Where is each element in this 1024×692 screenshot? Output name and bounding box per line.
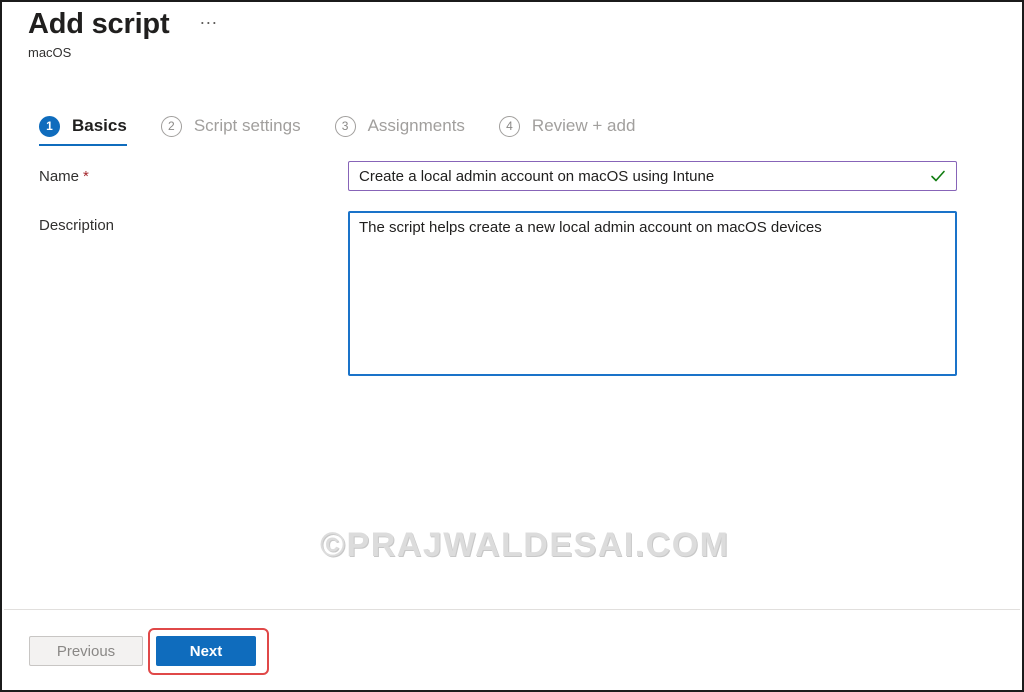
watermark: ©PRAJWALDESAI.COM [320, 526, 730, 564]
step-label: Review + add [531, 116, 636, 135]
checkmark-icon [931, 170, 945, 182]
description-label: Description [39, 217, 115, 234]
description-textarea[interactable]: The script helps create a new local admi… [348, 211, 957, 376]
tab-review-add[interactable]: 4 Review + add [498, 113, 636, 139]
name-label-text: Name [39, 168, 80, 185]
step-label: Basics [72, 116, 127, 135]
title-row: Add script ··· [28, 8, 217, 41]
page-title: Add script [28, 8, 170, 40]
step-number: 1 [39, 115, 60, 137]
ellipsis-icon[interactable]: ··· [199, 13, 217, 31]
description-value: The script helps create a new local admi… [359, 219, 822, 236]
add-script-panel: Add script ··· macOS 1 Basics 2 Script s… [0, 0, 1024, 692]
previous-button[interactable]: Previous [29, 636, 143, 666]
step-number: 2 [160, 115, 182, 137]
name-input-value: Create a local admin account on macOS us… [359, 167, 715, 185]
tab-assignments[interactable]: 3 Assignments [334, 113, 465, 139]
tab-basics[interactable]: 1 Basics [39, 113, 127, 146]
name-input[interactable]: Create a local admin account on macOS us… [348, 161, 957, 191]
step-label: Assignments [367, 116, 465, 135]
footer-divider [4, 609, 1020, 610]
required-marker: * [83, 168, 89, 185]
wizard-steps: 1 Basics 2 Script settings 3 Assignments… [39, 113, 669, 146]
step-label: Script settings [193, 116, 301, 135]
step-number: 4 [498, 115, 520, 137]
page-subtitle: macOS [28, 45, 72, 60]
tab-script-settings[interactable]: 2 Script settings [160, 113, 301, 139]
name-label: Name * [39, 168, 89, 185]
page-header: Add script ··· macOS [28, 8, 217, 60]
next-button[interactable]: Next [156, 636, 256, 666]
step-number: 3 [334, 115, 356, 137]
